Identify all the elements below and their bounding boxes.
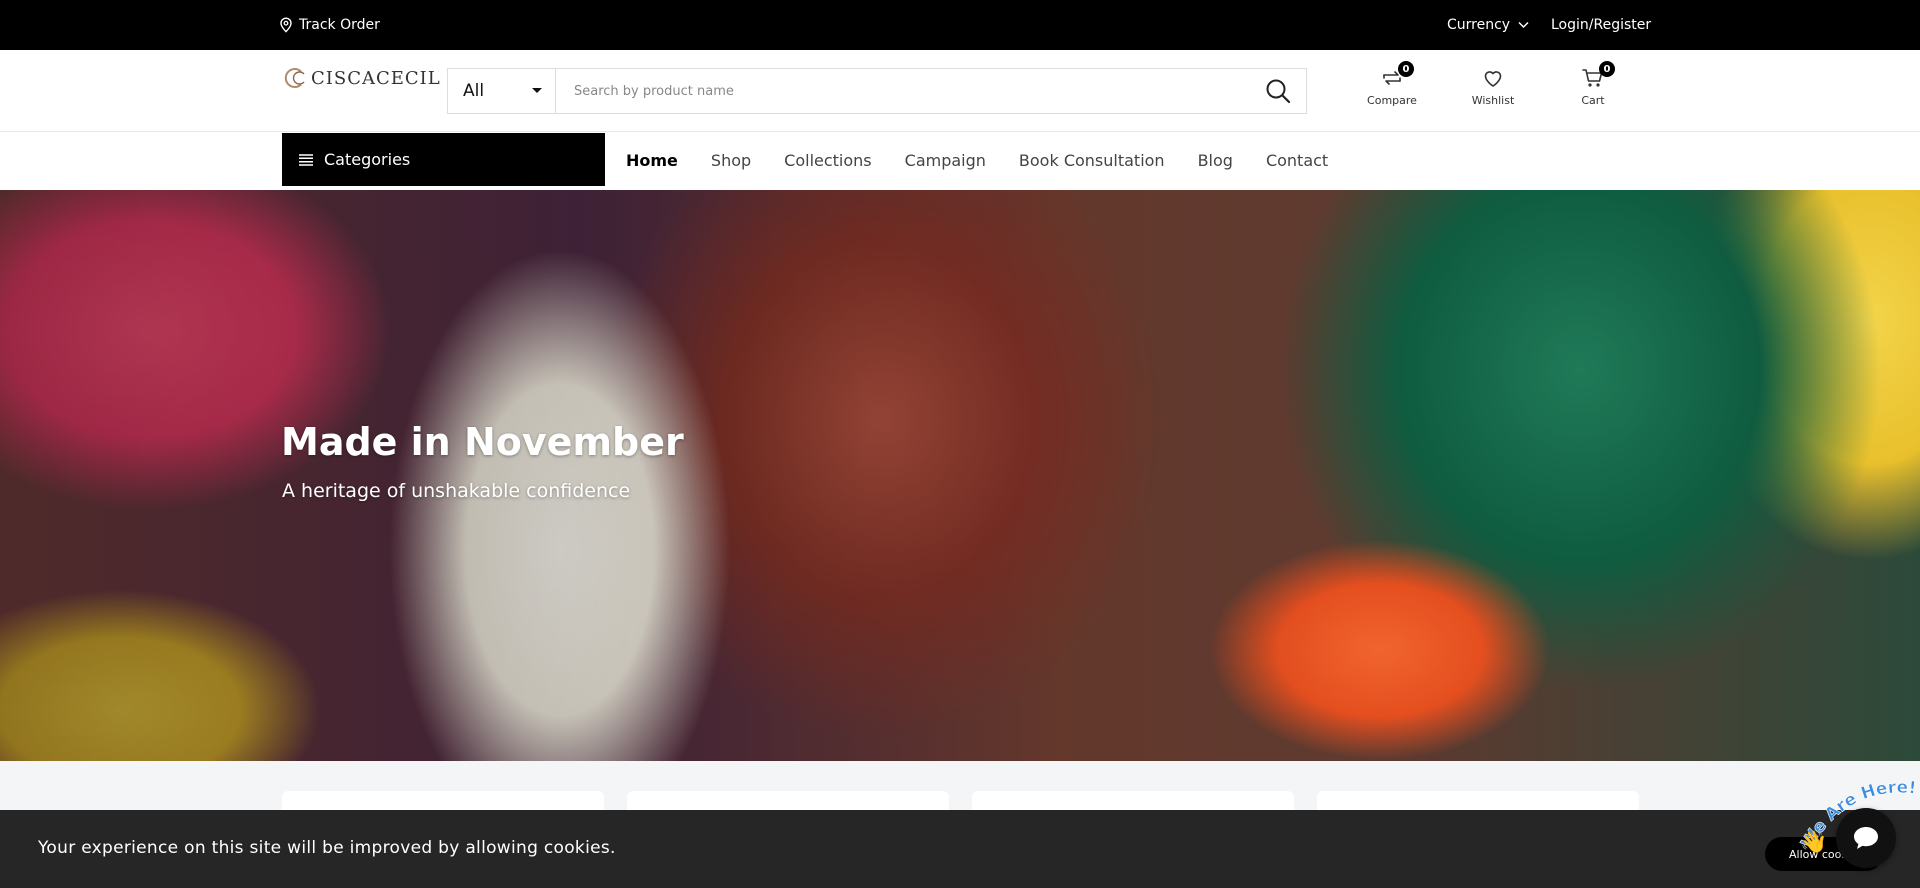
search-category-value: All [463,81,485,101]
nav-item-book-consultation[interactable]: Book Consultation [1019,151,1165,170]
menu-icon [299,153,313,166]
cart-button[interactable]: 0 Cart [1572,61,1615,107]
cart-label: Cart [1581,94,1605,107]
nav-item-contact[interactable]: Contact [1266,151,1328,170]
cart-count-badge: 0 [1599,61,1615,77]
search-bar: All [447,68,1307,114]
wishlist-button[interactable]: Wishlist [1468,66,1518,107]
logo-text: CISCACECIL [311,67,441,89]
hero-banner[interactable]: Made in November A heritage of unshakabl… [0,190,1920,761]
compare-label: Compare [1367,94,1417,107]
location-pin-icon [280,17,292,33]
nav-item-collections[interactable]: Collections [784,151,871,170]
compare-count-badge: 0 [1398,61,1414,77]
chevron-down-icon [532,88,542,93]
compare-button[interactable]: 0 Compare [1366,61,1418,107]
main-nav: Categories Home Shop Collections Campaig… [0,132,1920,190]
nav-item-home[interactable]: Home [626,151,678,170]
hero-title: Made in November [281,420,684,464]
site-logo[interactable]: CISCACECIL [281,67,441,89]
heart-icon [1484,71,1502,87]
search-input[interactable] [556,69,1250,113]
categories-button[interactable]: Categories [282,133,605,186]
hero-overlay [0,190,1920,761]
nav-item-campaign[interactable]: Campaign [905,151,986,170]
track-order-label: Track Order [299,17,380,33]
track-order-link[interactable]: Track Order [279,17,380,33]
nav-item-shop[interactable]: Shop [711,151,751,170]
cookie-consent-bar: Your experience on this site will be imp… [0,810,1920,888]
hero-subtitle: A heritage of unshakable confidence [282,480,631,502]
chat-bubble-icon [1854,827,1878,849]
nav-menu: Home Shop Collections Campaign Book Cons… [626,151,1328,170]
logo-mark-icon [284,68,305,88]
search-button[interactable] [1250,69,1306,113]
waving-hand-icon: 👋 [1800,830,1828,855]
nav-item-blog[interactable]: Blog [1198,151,1233,170]
categories-label: Categories [324,150,411,169]
top-bar: Track Order Currency Login/Register [0,0,1920,50]
currency-dropdown[interactable]: Currency [1447,17,1529,33]
search-icon [1266,79,1291,104]
site-header: CISCACECIL All 0 Compare Wishlist 0 Cart [0,50,1920,132]
search-category-select[interactable]: All [448,69,556,113]
chevron-down-icon [1518,21,1529,29]
wishlist-label: Wishlist [1471,94,1515,107]
currency-label: Currency [1447,17,1511,33]
login-register-link[interactable]: Login/Register [1551,17,1651,33]
chat-button[interactable] [1836,808,1896,868]
cookie-message: Your experience on this site will be imp… [38,838,616,858]
